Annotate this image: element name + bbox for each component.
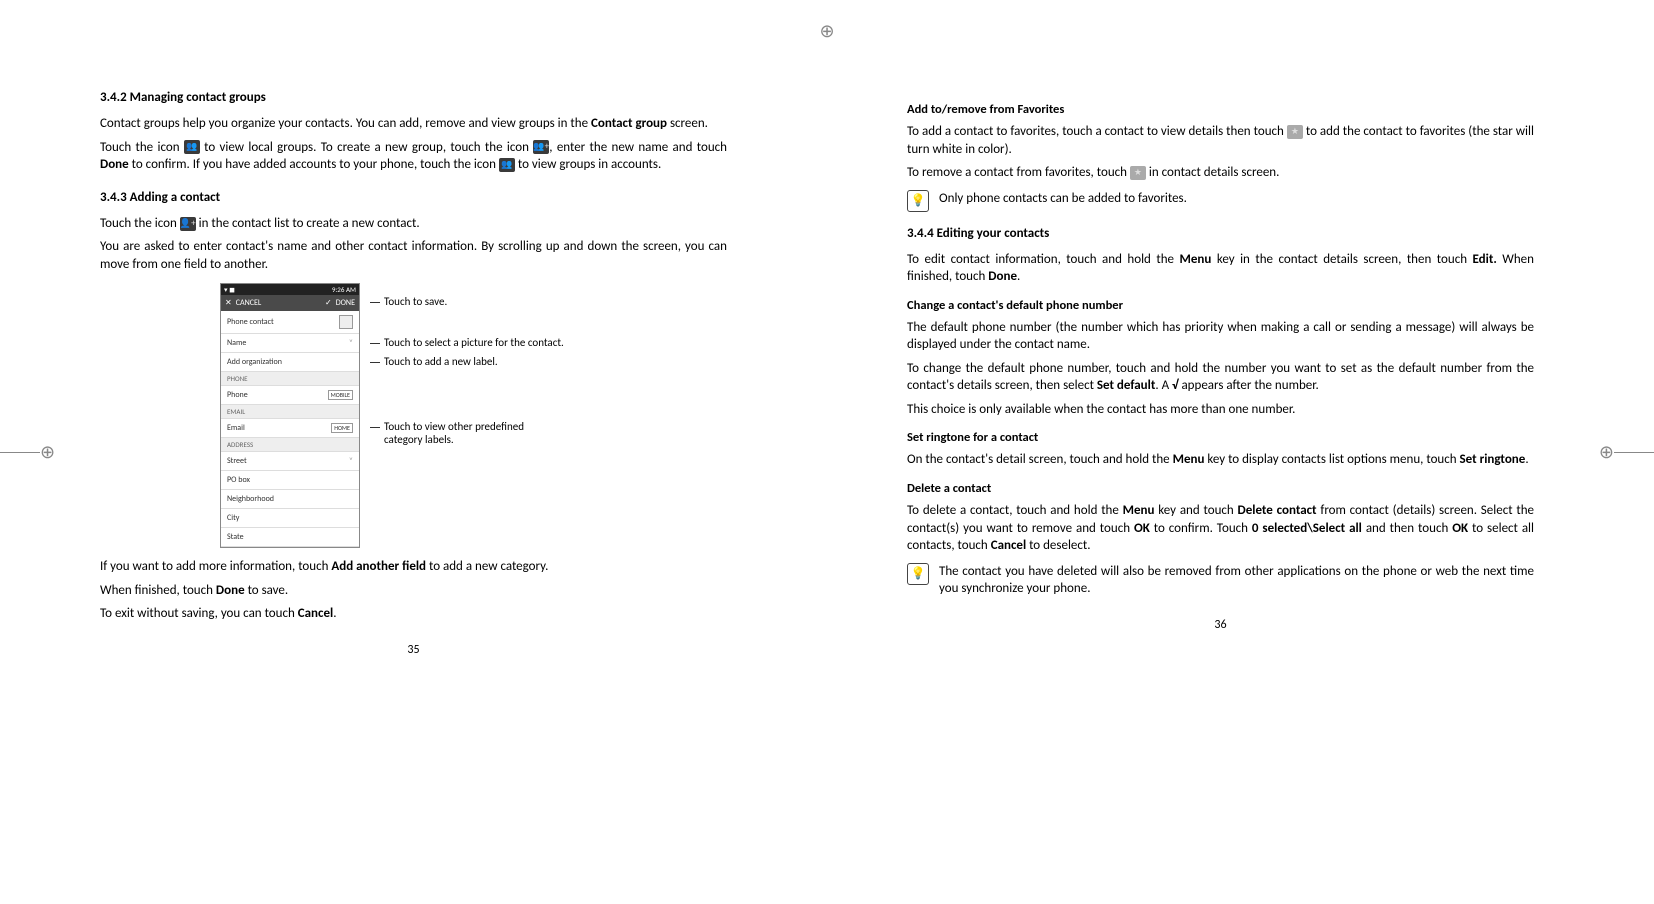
paragraph: To delete a contact, touch and hold the … xyxy=(907,502,1534,555)
paragraph: Contact groups help you organize your co… xyxy=(100,115,727,133)
paragraph: You are asked to enter contact's name an… xyxy=(100,238,727,273)
tip-icon: 💡 xyxy=(907,563,929,585)
phone-section-phone: PHONE xyxy=(221,372,359,386)
phone-street-row: Street˅ xyxy=(221,452,359,471)
phone-section-address: ADDRESS xyxy=(221,438,359,452)
callout-label: Touch to add a new label. xyxy=(370,355,564,368)
star-outline-icon: ★ xyxy=(1287,125,1303,139)
phone-city-row: City xyxy=(221,509,359,528)
add-group-icon: 👥+ xyxy=(533,140,549,154)
callouts: Touch to save. Touch to select a picture… xyxy=(370,283,564,548)
paragraph: To edit contact information, touch and h… xyxy=(907,251,1534,286)
chevron-down-icon: ˅ xyxy=(349,338,353,348)
heading-favorites: Add to/remove from Favorites xyxy=(907,102,1534,117)
phone-statusbar: ▾ ◼9:26 AM xyxy=(221,284,359,295)
heading-3-4-4: 3.4.4 Editing your contacts xyxy=(907,226,1534,241)
phone-neigh-row: Neighborhood xyxy=(221,490,359,509)
page-number: 36 xyxy=(907,618,1534,632)
paragraph: To change the default phone number, touc… xyxy=(907,360,1534,395)
page-36: Add to/remove from Favorites To add a co… xyxy=(827,0,1654,904)
callout-category: Touch to view other predefinedcategory l… xyxy=(370,420,564,446)
star-filled-icon: ★ xyxy=(1130,166,1146,180)
add-contact-icon: 👤+ xyxy=(180,217,196,231)
heading-3-4-3: 3.4.3 Adding a contact xyxy=(100,190,727,205)
paragraph: The default phone number (the number whi… xyxy=(907,319,1534,354)
phone-pobox-row: PO box xyxy=(221,471,359,490)
paragraph: This choice is only available when the c… xyxy=(907,401,1534,419)
heading-ringtone: Set ringtone for a contact xyxy=(907,430,1534,445)
note-delete: 💡 The contact you have deleted will also… xyxy=(907,563,1534,598)
phone-email-row: EmailHOME xyxy=(221,419,359,438)
phone-mock: ▾ ◼9:26 AM ✕CANCEL ✓DONE Phone contact N… xyxy=(220,283,360,548)
paragraph: On the contact's detail screen, touch an… xyxy=(907,451,1534,469)
phone-name-row: Name˅ xyxy=(221,334,359,353)
paragraph: To add a contact to favorites, touch a c… xyxy=(907,123,1534,158)
phone-state-row: State xyxy=(221,528,359,547)
note-favorites: 💡 Only phone contacts can be added to fa… xyxy=(907,190,1534,212)
heading-delete: Delete a contact xyxy=(907,481,1534,496)
callout-picture: Touch to select a picture for the contac… xyxy=(370,336,564,349)
phone-screenshot-block: ▾ ◼9:26 AM ✕CANCEL ✓DONE Phone contact N… xyxy=(220,283,727,548)
paragraph: If you want to add more information, tou… xyxy=(100,558,727,576)
paragraph: To exit without saving, you can touch Ca… xyxy=(100,605,727,623)
phone-section-email: EMAIL xyxy=(221,405,359,419)
phone-account-row: Phone contact xyxy=(221,311,359,334)
heading-3-4-2: 3.4.2 Managing contact groups xyxy=(100,90,727,105)
paragraph: When finished, touch Done to save. xyxy=(100,582,727,600)
paragraph: Touch the icon 👥 to view local groups. T… xyxy=(100,139,727,174)
paragraph: To remove a contact from favorites, touc… xyxy=(907,164,1534,182)
phone-addorg-row: Add organization xyxy=(221,353,359,372)
callout-save: Touch to save. xyxy=(370,295,564,308)
phone-header: ✕CANCEL ✓DONE xyxy=(221,295,359,311)
phone-phone-row: PhoneMOBILE xyxy=(221,386,359,405)
groups-icon: 👥 xyxy=(184,140,200,154)
paragraph: Touch the icon 👤+ in the contact list to… xyxy=(100,215,727,233)
tip-icon: 💡 xyxy=(907,190,929,212)
account-groups-icon: 👥 xyxy=(499,158,515,172)
page-35: 3.4.2 Managing contact groups Contact gr… xyxy=(0,0,827,904)
contact-photo-thumb xyxy=(339,315,353,329)
heading-default-number: Change a contact's default phone number xyxy=(907,298,1534,313)
page-number: 35 xyxy=(100,643,727,657)
